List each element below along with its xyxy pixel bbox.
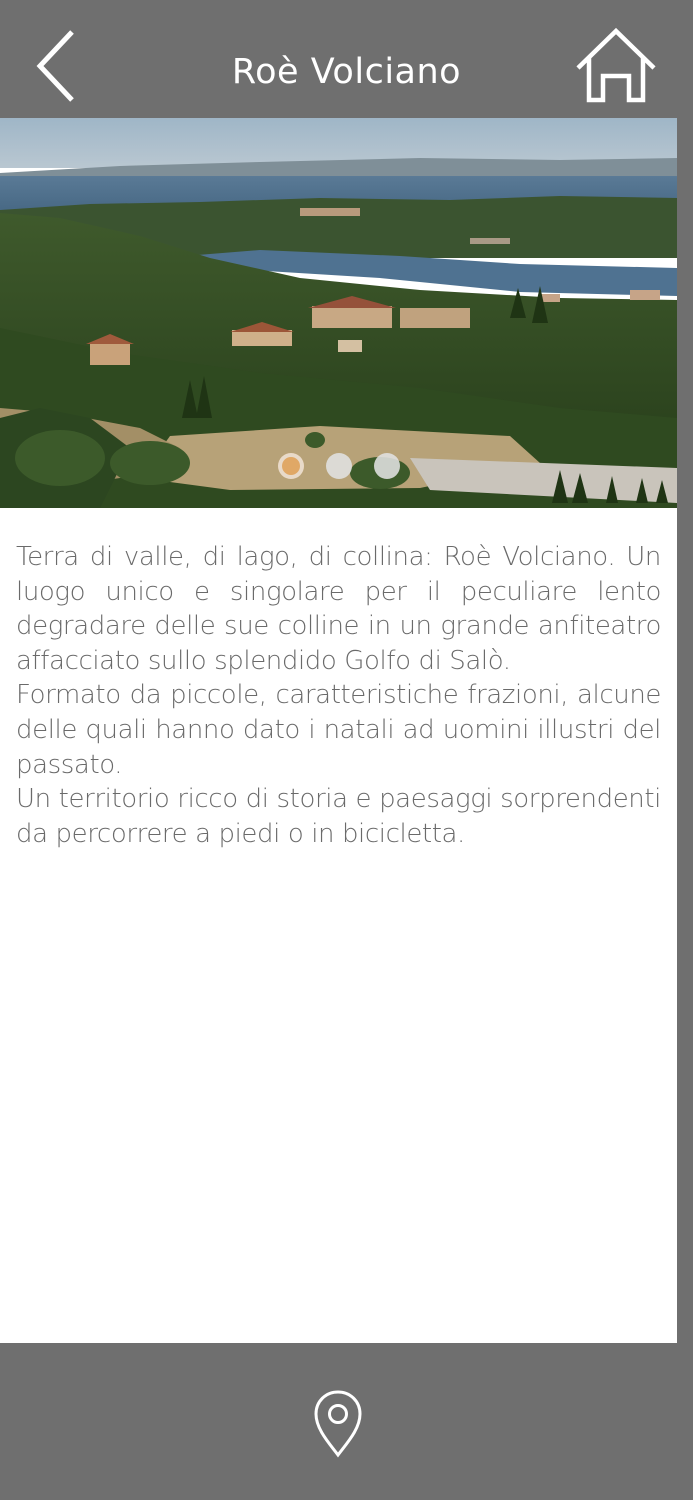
home-icon bbox=[576, 27, 656, 103]
carousel-dots bbox=[0, 453, 677, 479]
map-pin-icon bbox=[314, 1390, 362, 1458]
map-button[interactable] bbox=[309, 1389, 367, 1459]
content-panel: Terra di valle, di lago, di collina: Roè… bbox=[0, 118, 677, 1343]
carousel-dot-3[interactable] bbox=[373, 453, 400, 479]
carousel-dot-1[interactable] bbox=[277, 453, 304, 479]
description-paragraph-2: Formato da piccole, caratteristiche fraz… bbox=[16, 680, 661, 780]
bottom-bar bbox=[0, 1343, 677, 1500]
description-paragraph-3: Un territorio ricco di storia e paesaggi… bbox=[16, 784, 661, 849]
landscape-photo bbox=[0, 118, 677, 508]
page-title: Roè Volciano bbox=[231, 52, 462, 92]
description-text: Terra di valle, di lago, di collina: Roè… bbox=[16, 540, 661, 851]
top-bar: Roè Volciano bbox=[0, 0, 693, 118]
home-button[interactable] bbox=[570, 22, 662, 108]
chevron-left-icon bbox=[36, 30, 74, 102]
scrollbar-track bbox=[677, 118, 693, 1500]
hero-carousel[interactable] bbox=[0, 118, 677, 508]
description-paragraph-1: Terra di valle, di lago, di collina: Roè… bbox=[16, 542, 661, 676]
back-button[interactable] bbox=[22, 20, 92, 110]
carousel-dot-2[interactable] bbox=[325, 453, 352, 479]
